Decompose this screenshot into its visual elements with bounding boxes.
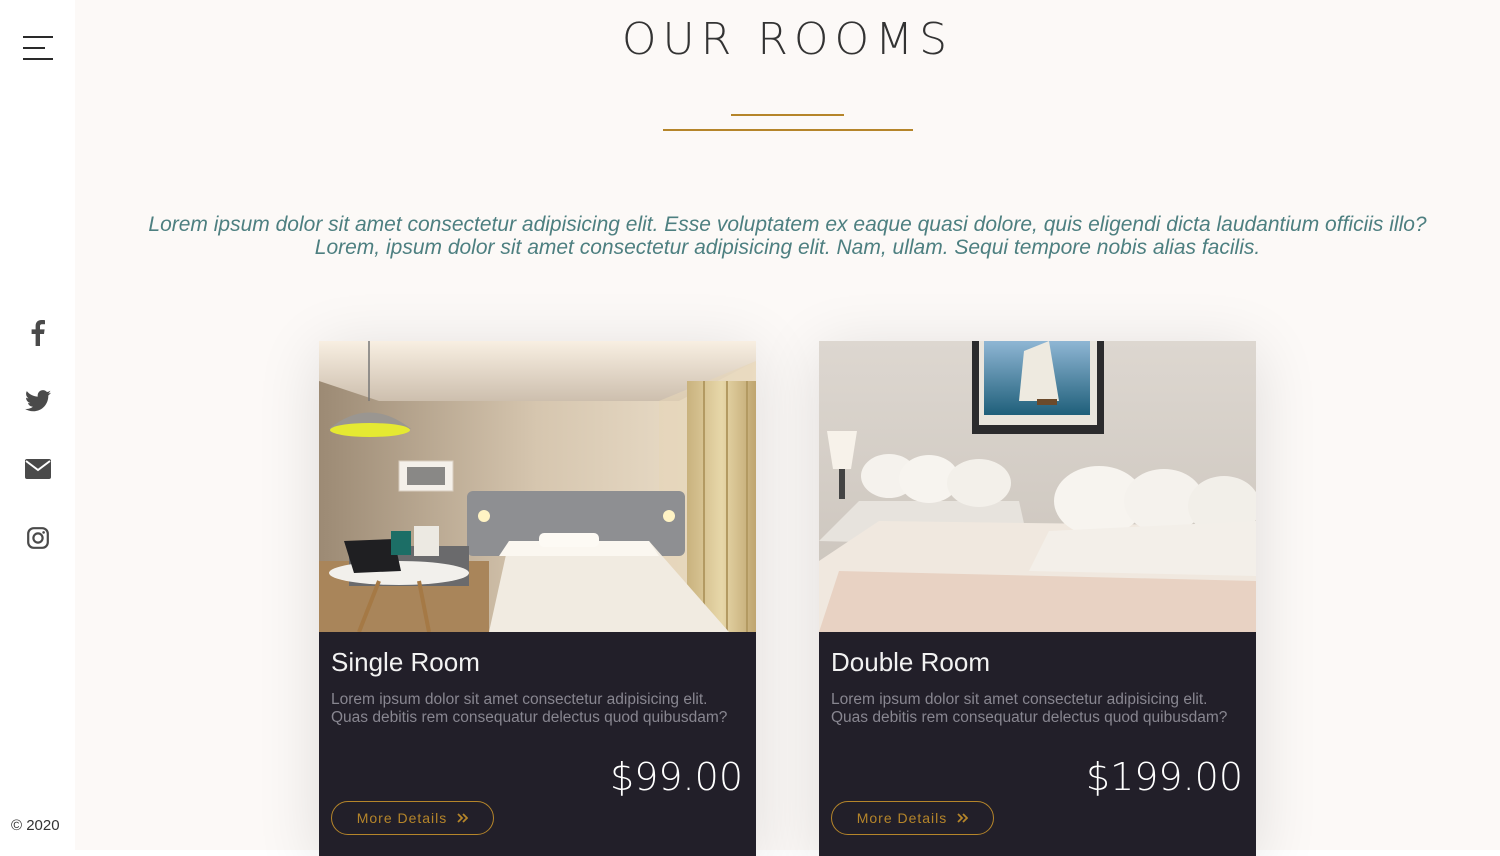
room-price: $199.00	[1085, 755, 1243, 799]
twitter-icon[interactable]	[0, 381, 75, 421]
single-room-image	[319, 341, 756, 632]
room-name: Double Room	[831, 647, 990, 677]
title-divider-short	[731, 114, 844, 116]
double-chevron-right-icon	[957, 813, 969, 823]
double-chevron-right-icon	[457, 813, 469, 823]
more-details-button[interactable]: More Details	[331, 801, 494, 835]
room-description: Lorem ipsum dolor sit amet consectetur a…	[331, 691, 728, 726]
double-room-image	[819, 341, 1256, 632]
room-name: Single Room	[331, 647, 480, 677]
facebook-icon[interactable]	[0, 313, 75, 353]
room-price: $99.00	[610, 755, 743, 799]
copyright-text: © 2020	[11, 817, 60, 834]
title-divider-long	[663, 129, 913, 131]
button-label: More Details	[356, 810, 448, 826]
main-content: OUR ROOMS Lorem ipsum dolor sit amet con…	[75, 0, 1500, 856]
room-card-double: Double Room Lorem ipsum dolor sit amet c…	[819, 341, 1256, 856]
more-details-button[interactable]: More Details	[831, 801, 994, 835]
room-card-single: Single Room Lorem ipsum dolor sit amet c…	[319, 341, 756, 856]
envelope-icon[interactable]	[0, 449, 75, 489]
room-description: Lorem ipsum dolor sit amet consectetur a…	[831, 691, 1228, 726]
sidebar: © 2020	[0, 0, 75, 850]
hamburger-menu-icon[interactable]	[20, 36, 54, 62]
button-label: More Details	[856, 810, 948, 826]
instagram-icon[interactable]	[0, 518, 75, 558]
intro-text: Lorem ipsum dolor sit amet consectetur a…	[148, 213, 1427, 259]
page-title: OUR ROOMS	[621, 14, 954, 65]
